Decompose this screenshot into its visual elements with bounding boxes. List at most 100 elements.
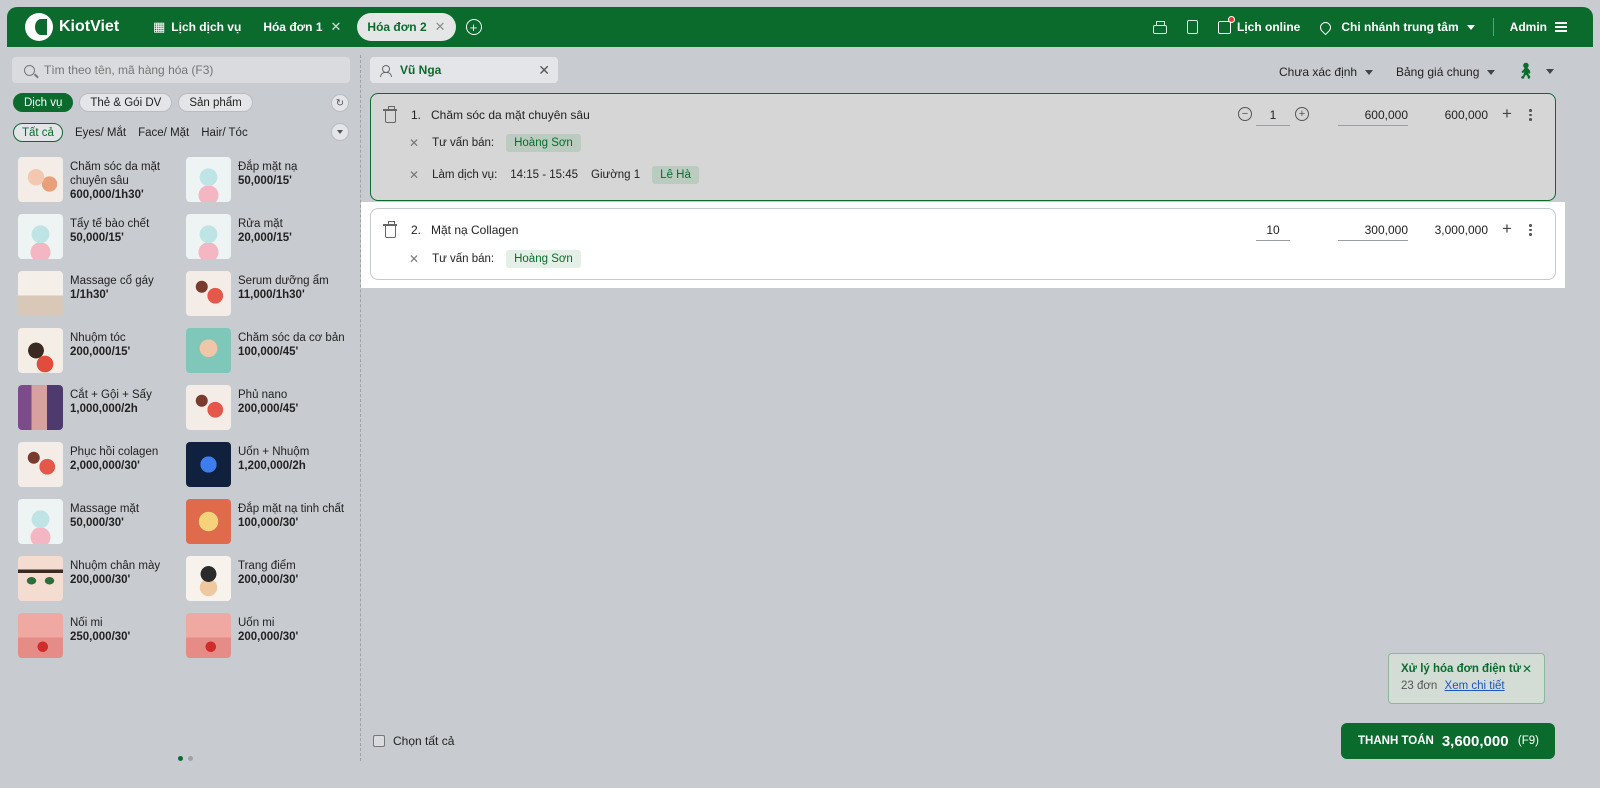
checkbox-icon[interactable] [373,735,385,747]
product-name: Trang điểm [238,560,296,572]
divider [1492,18,1494,36]
online-schedule-button[interactable]: Lịch online [1217,15,1300,34]
page-dot-active[interactable] [178,756,183,761]
consultant-tag[interactable]: Hoàng Sơn [506,250,581,268]
decrease-qty-icon[interactable]: − [1238,107,1252,121]
status-dropdown[interactable]: Chưa xác định [1279,65,1374,79]
product-name: Nhuộm chân mày [70,560,161,572]
service-bed[interactable]: Giường 1 [591,169,640,181]
line-total: 3,000,000 [1434,223,1488,237]
add-icon[interactable]: + [1502,220,1512,237]
pricebook-dropdown[interactable]: Bảng giá chung [1396,65,1496,79]
remove-service-icon[interactable]: ✕ [409,168,419,182]
close-icon[interactable]: ✕ [1522,662,1532,676]
product-price: 200,000/30' [238,631,299,643]
line-total: 600,000 [1444,108,1488,122]
product-price: 200,000/30' [70,574,131,586]
menu-icon [1555,22,1567,32]
expand-categories-button[interactable] [331,123,349,141]
location-pin-icon [1318,19,1334,35]
chevron-down-icon[interactable] [1546,69,1554,74]
walk-in-icon[interactable]: 🚶︎ [1516,62,1535,80]
product-item[interactable]: Chăm sóc da cơ bản 100,000/45' [186,328,354,385]
search-box[interactable] [12,57,350,83]
select-all-checkbox[interactable]: Chọn tất cả [373,734,454,748]
quantity-input[interactable]: 10 [1256,223,1290,241]
remove-consultant-icon[interactable]: ✕ [409,136,419,150]
close-icon[interactable]: ✕ [331,19,342,35]
view-details-link[interactable]: Xem chi tiết [1445,680,1505,692]
branch-selector[interactable]: Chi nhánh trung tâm [1318,19,1475,35]
add-icon[interactable]: + [1502,105,1512,122]
customer-chip[interactable]: Vũ Nga ✕ [370,57,558,83]
add-tab-icon[interactable]: + [465,19,482,35]
product-price: 50,000/30' [70,517,124,529]
subcategory-face[interactable]: Face/ Mặt [138,127,189,139]
page-dot[interactable] [188,756,193,761]
subcategory-all[interactable]: Tất cả [13,123,63,142]
payment-button[interactable]: THANH TOÁN 3,600,000 (F9) [1341,723,1555,759]
quantity-input[interactable]: 1 [1256,108,1290,126]
trash-icon[interactable] [383,221,397,238]
product-item[interactable]: Đắp mặt nạ 50,000/15' [186,157,354,214]
product-item[interactable]: Tẩy tế bào chết 50,000/15' [18,214,186,271]
remove-customer-icon[interactable]: ✕ [538,62,550,79]
unit-price-input[interactable]: 600,000 [1338,108,1408,126]
trash-icon[interactable] [383,106,397,123]
tab-invoice-1[interactable]: Hóa đơn 1 ✕ [253,13,351,41]
user-menu[interactable]: Admin [1510,20,1567,34]
remove-consultant-icon[interactable]: ✕ [409,252,419,266]
staff-tag[interactable]: Lê Hà [652,166,699,184]
chevron-down-icon [1487,69,1496,75]
subcategory-eyes[interactable]: Eyes/ Mắt [75,127,126,139]
product-item[interactable]: Nhuộm tóc 200,000/15' [18,328,186,385]
product-item[interactable]: Phục hồi colagen 2,000,000/30' [18,442,186,499]
schedule-link[interactable]: ▦ Lịch dịch vụ [153,19,241,35]
payment-shortcut: (F9) [1517,735,1539,747]
product-item[interactable]: Uốn + Nhuộm 1,200,000/2h [186,442,354,499]
category-services[interactable]: Dịch vụ [13,93,74,112]
line-item-name: Chăm sóc da mặt chuyên sâu [431,108,590,122]
category-products[interactable]: Sản phẩm [178,93,253,112]
product-name: Rửa mặt [238,218,283,230]
product-price: 2,000,000/30' [70,460,140,472]
product-item[interactable]: Uốn mi 200,000/30' [186,613,354,670]
category-cards-packages[interactable]: Thẻ & Gói DV [79,93,173,112]
tab-invoice-2[interactable]: Hóa đơn 2 ✕ [357,13,456,41]
product-item[interactable]: Phủ nano 200,000/45' [186,385,354,442]
product-name: Đắp mặt nạ [238,161,298,173]
order-line[interactable]: 2. Mặt nạ Collagen 10 300,000 3,000,000 … [370,208,1556,280]
product-price: 50,000/15' [238,175,292,187]
service-time[interactable]: 14:15 - 15:45 [510,169,578,181]
kiotviet-logo[interactable]: KiotViet [25,13,145,41]
more-options-icon[interactable] [1529,224,1532,238]
order-line[interactable]: 1. Chăm sóc da mặt chuyên sâu − 1 + 600,… [370,93,1556,201]
consultant-tag[interactable]: Hoàng Sơn [506,134,581,152]
more-options-icon[interactable] [1529,109,1532,123]
product-item[interactable]: Serum dưỡng ẩm 11,000/1h30' [186,271,354,328]
history-icon[interactable]: ↻ [331,94,349,112]
close-icon[interactable]: ✕ [435,19,446,35]
neck-massage-icon [18,271,63,316]
product-item[interactable]: Đắp mặt nạ tinh chất 100,000/30' [186,499,354,556]
product-item[interactable]: Chăm sóc da mặt chuyên sâu 600,000/1h30' [18,157,186,214]
essence-mask-icon [186,499,231,544]
subcategory-hair[interactable]: Hair/ Tóc [201,127,247,139]
search-input[interactable] [44,63,324,77]
product-price: 50,000/15' [70,232,124,244]
product-item[interactable]: Massage cổ gáy 1/1h30' [18,271,186,328]
document-icon[interactable] [1186,20,1198,34]
product-price: 600,000/1h30' [70,189,144,201]
product-item[interactable]: Nối mi 250,000/30' [18,613,186,670]
increase-qty-icon[interactable]: + [1295,107,1309,121]
product-item[interactable]: Trang điểm 200,000/30' [186,556,354,613]
printer-icon[interactable] [1152,20,1167,34]
hair-salon-icon [186,385,231,430]
product-item[interactable]: Rửa mặt 20,000/15' [186,214,354,271]
unit-price-input[interactable]: 300,000 [1338,223,1408,241]
product-item[interactable]: Cắt + Gội + Sấy 1,000,000/2h [18,385,186,442]
product-item[interactable]: Nhuộm chân mày 200,000/30' [18,556,186,613]
search-icon [24,64,35,76]
notification-dot [1227,15,1235,23]
product-item[interactable]: Massage mặt 50,000/30' [18,499,186,556]
